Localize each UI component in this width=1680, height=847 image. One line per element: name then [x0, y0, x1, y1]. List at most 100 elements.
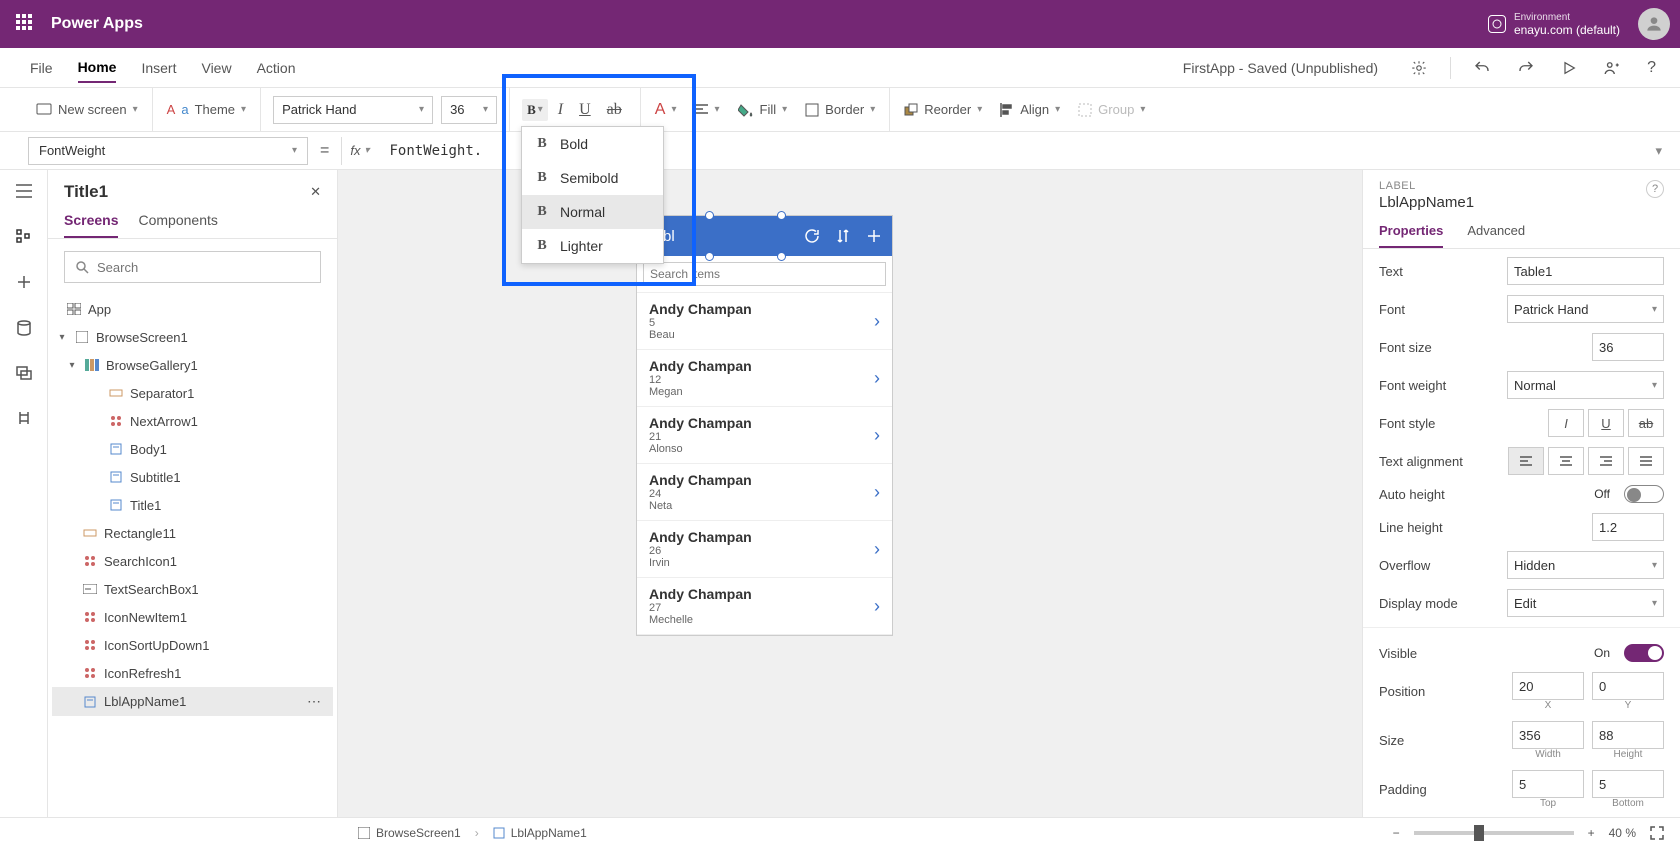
- tree-rectangle[interactable]: Rectangle11: [52, 519, 333, 547]
- list-item[interactable]: Andy Champan26Irvin›: [637, 521, 892, 578]
- position-x-input[interactable]: 20: [1512, 672, 1584, 700]
- tree-view-icon[interactable]: [12, 224, 36, 248]
- play-icon[interactable]: [1557, 56, 1581, 80]
- align-button[interactable]: Align▾: [998, 98, 1062, 121]
- list-item[interactable]: Andy Champan21Alonso›: [637, 407, 892, 464]
- app-header-title[interactable]: bl: [663, 228, 675, 245]
- new-screen-button[interactable]: New screen▾: [34, 98, 140, 121]
- zoom-slider[interactable]: [1414, 831, 1574, 835]
- refresh-icon[interactable]: [804, 228, 820, 244]
- chevron-right-icon[interactable]: ›: [874, 539, 880, 560]
- tree-app[interactable]: App: [52, 295, 333, 323]
- align-right[interactable]: [1588, 447, 1624, 475]
- tree-subtitle[interactable]: Subtitle1: [52, 463, 333, 491]
- fill-button[interactable]: Fill▾: [736, 98, 790, 121]
- tree-iconnewitem[interactable]: IconNewItem1: [52, 603, 333, 631]
- font-family-select[interactable]: Patrick Hand▾: [273, 96, 433, 124]
- tab-advanced[interactable]: Advanced: [1467, 223, 1525, 248]
- border-button[interactable]: Border▾: [803, 98, 877, 121]
- menu-file[interactable]: File: [30, 54, 53, 82]
- add-icon[interactable]: [866, 228, 882, 244]
- environment-picker[interactable]: Environmentenayu.com (default): [1488, 12, 1620, 37]
- size-width-input[interactable]: 356: [1512, 721, 1584, 749]
- autoheight-toggle[interactable]: [1624, 485, 1664, 503]
- prop-text-input[interactable]: Table1: [1507, 257, 1664, 285]
- prop-lineheight-input[interactable]: 1.2: [1592, 513, 1664, 541]
- menu-insert[interactable]: Insert: [141, 54, 176, 82]
- strikethrough-icon[interactable]: ab: [601, 97, 628, 123]
- font-weight-semibold[interactable]: BSemibold: [522, 161, 663, 195]
- list-item[interactable]: Andy Champan5Beau›: [637, 293, 892, 350]
- prop-fontsize-input[interactable]: 36: [1592, 333, 1664, 361]
- size-height-input[interactable]: 88: [1592, 721, 1664, 749]
- redo-icon[interactable]: [1513, 55, 1539, 81]
- padding-top-input[interactable]: 5: [1512, 770, 1584, 798]
- undo-icon[interactable]: [1469, 55, 1495, 81]
- tree-gallery[interactable]: ▾BrowseGallery1: [52, 351, 333, 379]
- data-icon[interactable]: [13, 316, 35, 340]
- padding-bottom-input[interactable]: 5: [1592, 770, 1664, 798]
- font-weight-normal[interactable]: BNormal: [522, 195, 663, 229]
- menu-home[interactable]: Home: [78, 53, 117, 83]
- underline-toggle[interactable]: U: [1588, 409, 1624, 437]
- font-color-button[interactable]: A▾: [653, 97, 679, 123]
- tree-textsearchbox[interactable]: TextSearchBox1: [52, 575, 333, 603]
- chevron-right-icon[interactable]: ›: [874, 596, 880, 617]
- tree-body[interactable]: Body1: [52, 435, 333, 463]
- tab-properties[interactable]: Properties: [1379, 223, 1443, 248]
- tree-iconrefresh[interactable]: IconRefresh1: [52, 659, 333, 687]
- italic-icon[interactable]: I: [552, 97, 569, 123]
- font-weight-bold[interactable]: BBold: [522, 127, 663, 161]
- property-selector[interactable]: FontWeight▾: [28, 137, 308, 165]
- list-item[interactable]: Andy Champan12Megan›: [637, 350, 892, 407]
- fit-screen-icon[interactable]: [1650, 826, 1664, 840]
- tree-search[interactable]: [64, 251, 321, 283]
- fx-button[interactable]: fx▾: [341, 137, 377, 165]
- tree-nextarrow[interactable]: NextArrow1: [52, 407, 333, 435]
- breadcrumb-control[interactable]: LblAppName1: [485, 824, 595, 842]
- theme-button[interactable]: AaTheme▾: [165, 98, 248, 121]
- bold-dropdown-button[interactable]: B▾: [522, 99, 548, 121]
- hamburger-icon[interactable]: [12, 180, 36, 202]
- waffle-icon[interactable]: [16, 14, 36, 34]
- insert-icon[interactable]: [12, 270, 36, 294]
- menu-view[interactable]: View: [201, 54, 231, 82]
- tree-iconsort[interactable]: IconSortUpDown1: [52, 631, 333, 659]
- close-icon[interactable]: ✕: [310, 184, 321, 200]
- app-checker-icon[interactable]: [1406, 55, 1432, 81]
- canvas[interactable]: bl Andy Champan5Beau›Andy Champan12Megan…: [338, 170, 1362, 817]
- zoom-plus[interactable]: +: [1588, 826, 1595, 840]
- chevron-right-icon[interactable]: ›: [874, 482, 880, 503]
- align-left[interactable]: [1508, 447, 1544, 475]
- tree-title[interactable]: Title1: [52, 491, 333, 519]
- share-icon[interactable]: [1599, 55, 1625, 81]
- tree-lblappname[interactable]: LblAppName1⋯: [52, 687, 333, 716]
- strike-toggle[interactable]: ab: [1628, 409, 1664, 437]
- zoom-minus[interactable]: −: [1393, 826, 1400, 840]
- prop-font-select[interactable]: Patrick Hand▾: [1507, 295, 1664, 323]
- font-size-select[interactable]: 36▾: [441, 96, 497, 124]
- position-y-input[interactable]: 0: [1592, 672, 1664, 700]
- list-item[interactable]: Andy Champan27Mechelle›: [637, 578, 892, 635]
- tab-components[interactable]: Components: [138, 212, 217, 238]
- list-item[interactable]: Andy Champan24Neta›: [637, 464, 892, 521]
- breadcrumb-screen[interactable]: BrowseScreen1: [350, 824, 469, 842]
- text-align-button[interactable]: ▾: [692, 100, 721, 120]
- help-icon[interactable]: ?: [1643, 55, 1660, 81]
- visible-toggle[interactable]: [1624, 644, 1664, 662]
- prop-overflow-select[interactable]: Hidden▾: [1507, 551, 1664, 579]
- tree-separator[interactable]: Separator1: [52, 379, 333, 407]
- underline-icon[interactable]: U: [573, 97, 597, 123]
- tree-search-input[interactable]: [97, 260, 310, 275]
- tab-screens[interactable]: Screens: [64, 212, 118, 238]
- chevron-right-icon[interactable]: ›: [874, 368, 880, 389]
- italic-toggle[interactable]: I: [1548, 409, 1584, 437]
- prop-displaymode-select[interactable]: Edit▾: [1507, 589, 1664, 617]
- panel-help-icon[interactable]: ?: [1646, 180, 1664, 198]
- sort-icon[interactable]: [836, 228, 850, 244]
- tools-icon[interactable]: [13, 406, 35, 430]
- formula-expand-icon[interactable]: ▾: [1655, 143, 1662, 159]
- user-avatar[interactable]: [1638, 8, 1670, 40]
- search-items-input[interactable]: [643, 262, 886, 286]
- chevron-right-icon[interactable]: ›: [874, 311, 880, 332]
